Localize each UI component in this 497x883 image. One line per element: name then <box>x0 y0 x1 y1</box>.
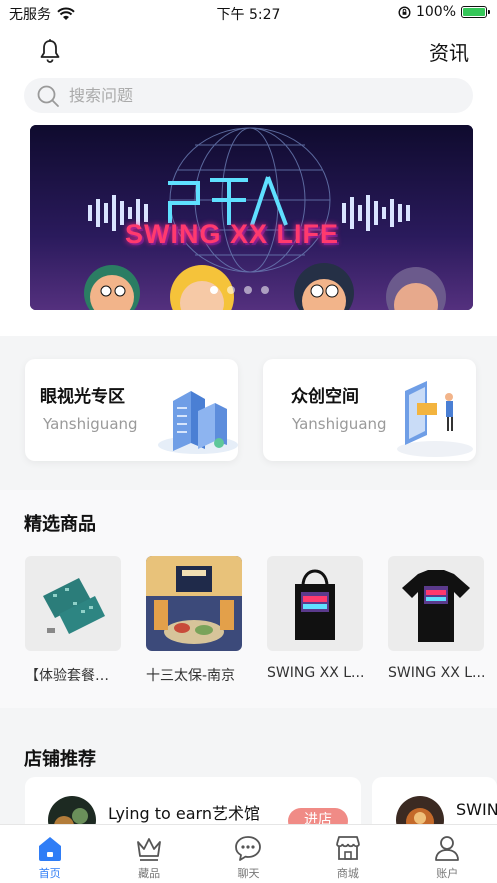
product-card[interactable]: 十三太保-南京 <box>146 556 242 685</box>
zone-title: 眼视光专区 <box>40 387 125 407</box>
product-name: 【体验套餐… <box>25 668 109 684</box>
product-name: 十三太保-南京 <box>146 668 236 684</box>
user-icon <box>435 836 460 861</box>
search-bar[interactable] <box>24 78 473 113</box>
banner-artwork <box>30 125 473 310</box>
product-name: SWING XX L... <box>388 665 486 681</box>
carousel-indicator <box>210 286 269 294</box>
product-card[interactable]: SWING XX L... <box>267 556 364 681</box>
product-image <box>25 556 121 651</box>
home-icon <box>38 837 61 861</box>
zone-card-maker-space[interactable]: 众创空间 Yanshiguang <box>263 359 476 461</box>
tab-collection[interactable]: 藏品 <box>99 825 198 883</box>
banner-title: SWING XX LIFE <box>125 219 340 249</box>
tab-label: 商城 <box>336 867 359 880</box>
store-icon <box>335 836 360 860</box>
product-image <box>388 556 484 651</box>
header: 资讯 <box>0 26 497 74</box>
chat-icon <box>235 836 262 861</box>
tab-chat[interactable]: 聊天 <box>199 825 298 883</box>
featured-title: 精选商品 <box>24 514 96 535</box>
news-link[interactable]: 资讯 <box>429 37 469 66</box>
tab-label: 藏品 <box>138 867 161 880</box>
product-image <box>146 556 242 651</box>
shop-name: Lying to earn艺术馆 <box>108 804 260 823</box>
battery-icon <box>461 6 490 18</box>
product-name: SWING XX L... <box>267 665 365 681</box>
product-card[interactable]: 【体验套餐… <box>25 556 121 685</box>
carousel-dot[interactable] <box>261 286 269 294</box>
shops-title: 店铺推荐 <box>24 749 96 770</box>
bell-icon[interactable] <box>37 38 63 64</box>
status-bar: 无服务 下午 5:27 100% <box>0 0 497 26</box>
top-section: 资讯 搜索问题 SWING XX LIFE <box>0 26 497 336</box>
product-image <box>267 556 363 651</box>
zone-card-yanshiguang[interactable]: 眼视光专区 Yanshiguang <box>25 359 238 461</box>
zone-subtitle: Yanshiguang <box>43 415 138 433</box>
shop-name: SWIN <box>456 800 497 819</box>
banner-carousel[interactable]: SWING XX LIFE <box>30 125 473 310</box>
tab-label: 聊天 <box>237 867 260 880</box>
carousel-dot[interactable] <box>244 286 252 294</box>
zone-subtitle: Yanshiguang <box>292 415 387 433</box>
zone-title: 众创空间 <box>291 387 359 407</box>
tab-label: 首页 <box>38 867 61 880</box>
tab-label: 账户 <box>436 867 459 880</box>
battery-percent: 100% <box>415 4 456 20</box>
tab-store[interactable]: 商城 <box>298 825 397 883</box>
carousel-dot[interactable] <box>227 286 235 294</box>
search-icon <box>37 85 59 107</box>
search-input[interactable] <box>69 86 429 105</box>
tab-home[interactable]: 首页 <box>0 825 99 883</box>
tab-account[interactable]: 账户 <box>398 825 497 883</box>
tab-bar: 首页 藏品 聊天 商城 账户 <box>0 824 497 883</box>
workspace-icon <box>397 381 473 457</box>
orientation-lock-icon <box>398 5 411 19</box>
crown-icon <box>137 838 161 861</box>
product-card[interactable]: SWING XX L... <box>388 556 485 681</box>
carousel-dot[interactable] <box>210 286 218 294</box>
buildings-icon <box>158 391 238 454</box>
